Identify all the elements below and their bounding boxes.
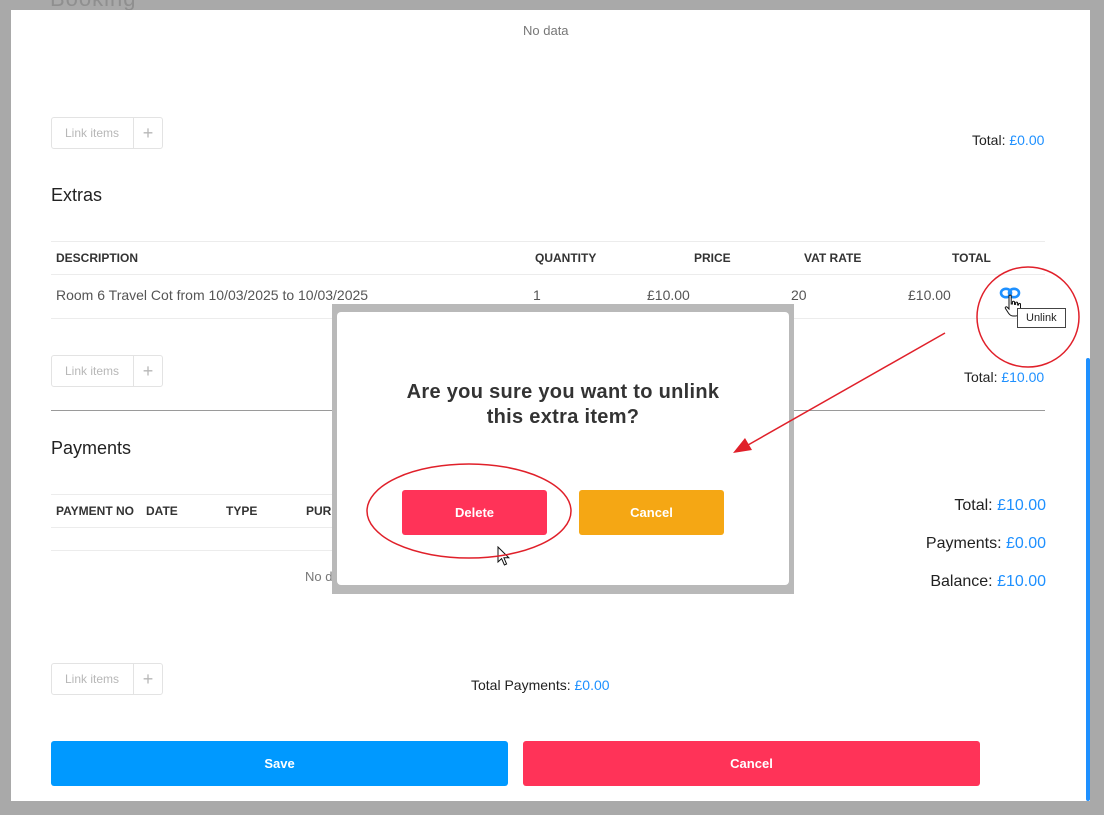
summary-balance: Balance: £10.00 [930,573,1046,591]
col-description: DESCRIPTION [56,251,139,265]
extras-total-label: Total: [964,369,1002,385]
col-payment-no: PAYMENT NO [56,504,135,518]
dialog-question: Are you sure you want to unlink this ext… [337,380,789,430]
extras-table-header: DESCRIPTION QUANTITY PRICE VAT RATE TOTA… [51,241,1045,275]
items-total-label: Total: [972,132,1010,148]
arrow-cursor-icon [497,546,511,566]
save-button[interactable]: Save [51,741,508,786]
summary-balance-label: Balance: [930,573,998,590]
link-items-label: Link items [65,364,120,378]
link-items-label: Link items [65,126,120,140]
scrollbar[interactable] [1086,358,1090,801]
row-price: £10.00 [647,287,690,303]
row-description: Room 6 Travel Cot from 10/03/2025 to 10/… [56,287,369,303]
summary-total: Total: £10.00 [954,497,1046,515]
row-quantity: 1 [533,287,541,303]
dialog-delete-button[interactable]: Delete [402,490,547,535]
dialog-cancel-button[interactable]: Cancel [579,490,724,535]
summary-total-label: Total: [954,497,998,514]
link-items-label: Link items [65,672,120,686]
dialog-question-line1: Are you sure you want to unlink [406,381,720,403]
unlink-tooltip: Unlink [1017,308,1066,328]
col-date: DATE [146,504,178,518]
plus-icon[interactable]: + [133,664,162,694]
summary-payments-label: Payments: [925,535,1006,552]
payments-row-divider [51,550,341,551]
plus-icon[interactable]: + [133,118,162,148]
col-price: PRICE [694,251,731,265]
unlink-confirm-dialog: Are you sure you want to unlink this ext… [337,312,789,585]
extras-title: Extras [51,185,103,205]
col-quantity: QUANTITY [535,251,597,265]
summary-balance-value: £10.00 [997,573,1046,590]
cancel-button[interactable]: Cancel [523,741,980,786]
total-payments-value: £0.00 [574,677,610,693]
items-total-value: £0.00 [1009,132,1045,148]
total-payments: Total Payments: £0.00 [471,677,610,693]
col-vat-rate: VAT RATE [804,251,862,265]
plus-icon[interactable]: + [133,356,162,386]
payments-title: Payments [51,438,132,458]
summary-payments: Payments: £0.00 [926,535,1046,553]
payments-no-data: No d [305,569,333,584]
col-type: TYPE [226,504,258,518]
link-items-button-items[interactable]: Link items + [51,117,163,149]
dialog-question-line2: this extra item? [486,406,640,428]
link-items-button-payments[interactable]: Link items + [51,663,163,695]
items-no-data: No data [523,23,569,38]
extras-total: Total: £10.00 [964,369,1044,385]
row-vat-rate: 20 [791,287,807,303]
col-total: TOTAL [952,251,991,265]
total-payments-label: Total Payments: [471,677,575,693]
summary-payments-value: £0.00 [1005,535,1046,552]
row-total: £10.00 [908,287,951,303]
payments-table-header: PAYMENT NO DATE TYPE PURP [51,494,341,528]
items-total: Total: £0.00 [972,132,1044,148]
link-items-button-extras[interactable]: Link items + [51,355,163,387]
summary-total-value: £10.00 [997,497,1046,514]
extras-total-value: £10.00 [1001,369,1045,385]
